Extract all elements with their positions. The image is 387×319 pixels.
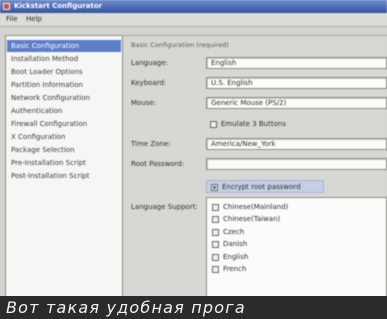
list-item[interactable]: Chinese(Mainland)	[207, 202, 386, 214]
emulate-3-buttons-checkbox-row[interactable]: Emulate 3 Buttons	[206, 118, 296, 131]
language-option-label: English	[223, 253, 249, 261]
language-checkbox[interactable]	[212, 266, 219, 273]
caption-text: Вот такая удобная прога	[6, 298, 246, 317]
sidebar-item-boot-loader-options[interactable]: Boot Loader Options	[7, 66, 121, 78]
menu-help[interactable]: Help	[26, 13, 42, 26]
sidebar-item-network-configuration[interactable]: Network Configuration	[7, 92, 121, 104]
app-window: Kickstart Configurator File Help Basic C…	[0, 0, 387, 319]
sidebar-item-post-installation-script[interactable]: Post-Installation Script	[7, 170, 121, 182]
list-item[interactable]: Czech	[207, 227, 386, 239]
mouse-select[interactable]: Generic Mouse (PS/2)	[206, 97, 387, 109]
photo-caption: Вот такая удобная прога	[0, 296, 387, 319]
encrypt-root-password-checkbox[interactable]	[211, 184, 218, 191]
sidebar-item-x-configuration[interactable]: X Configuration	[7, 131, 121, 143]
screenshot: Kickstart Configurator File Help Basic C…	[0, 0, 387, 319]
encrypt-root-password-checkbox-row[interactable]: Encrypt root password	[206, 180, 324, 193]
list-item[interactable]: French	[207, 264, 386, 276]
sidebar-item-installation-method[interactable]: Installation Method	[7, 53, 121, 65]
language-checkbox[interactable]	[212, 254, 219, 261]
basic-configuration-panel: Basic Configuration (required) Language:…	[124, 35, 387, 319]
root-password-label: Root Password:	[131, 160, 185, 168]
sidebar-item-partition-information[interactable]: Partition Information	[7, 79, 121, 91]
list-item[interactable]: English	[207, 252, 386, 264]
language-option-label: Czech	[223, 228, 245, 236]
language-select[interactable]: English	[206, 57, 387, 69]
emulate-3-buttons-checkbox[interactable]	[210, 121, 217, 128]
language-option-label: Danish	[223, 240, 248, 248]
menu-bar: File Help	[0, 13, 387, 27]
list-item[interactable]: Chinese(Taiwan)	[207, 214, 386, 226]
keyboard-label: Keyboard:	[131, 79, 167, 87]
language-option-label: Chinese(Mainland)	[223, 203, 289, 211]
language-option-label: Chinese(Taiwan)	[223, 215, 281, 223]
time-zone-select[interactable]: America/New_York	[206, 138, 387, 150]
sidebar-item-package-selection[interactable]: Package Selection	[7, 144, 121, 156]
menu-file[interactable]: File	[6, 13, 18, 26]
language-checkbox[interactable]	[212, 216, 219, 223]
language-checkbox[interactable]	[212, 204, 219, 211]
language-support-label: Language Support:	[131, 203, 198, 211]
mouse-label: Mouse:	[131, 99, 157, 107]
list-item[interactable]: Danish	[207, 239, 386, 251]
app-icon[interactable]	[3, 3, 10, 10]
keyboard-select[interactable]: U.S. English	[206, 77, 387, 89]
encrypt-root-password-label: Encrypt root password	[222, 183, 301, 191]
language-checkbox[interactable]	[212, 229, 219, 236]
title-bar[interactable]: Kickstart Configurator	[0, 0, 387, 13]
sidebar-item-authentication[interactable]: Authentication	[7, 105, 121, 117]
language-checkbox[interactable]	[212, 241, 219, 248]
language-option-label: French	[223, 265, 247, 273]
sidebar-item-firewall-configuration[interactable]: Firewall Configuration	[7, 118, 121, 130]
section-heading: Basic Configuration (required)	[131, 41, 229, 49]
root-password-input[interactable]	[206, 158, 387, 170]
sidebar-item-pre-installation-script[interactable]: Pre-Installation Script	[7, 157, 121, 169]
emulate-3-buttons-label: Emulate 3 Buttons	[221, 120, 286, 128]
language-label: Language:	[131, 59, 168, 67]
sidebar: Basic Configuration Installation Method …	[5, 35, 123, 319]
sidebar-item-basic-configuration[interactable]: Basic Configuration	[7, 40, 121, 52]
time-zone-label: Time Zone:	[131, 140, 171, 148]
window-title: Kickstart Configurator	[14, 2, 102, 10]
